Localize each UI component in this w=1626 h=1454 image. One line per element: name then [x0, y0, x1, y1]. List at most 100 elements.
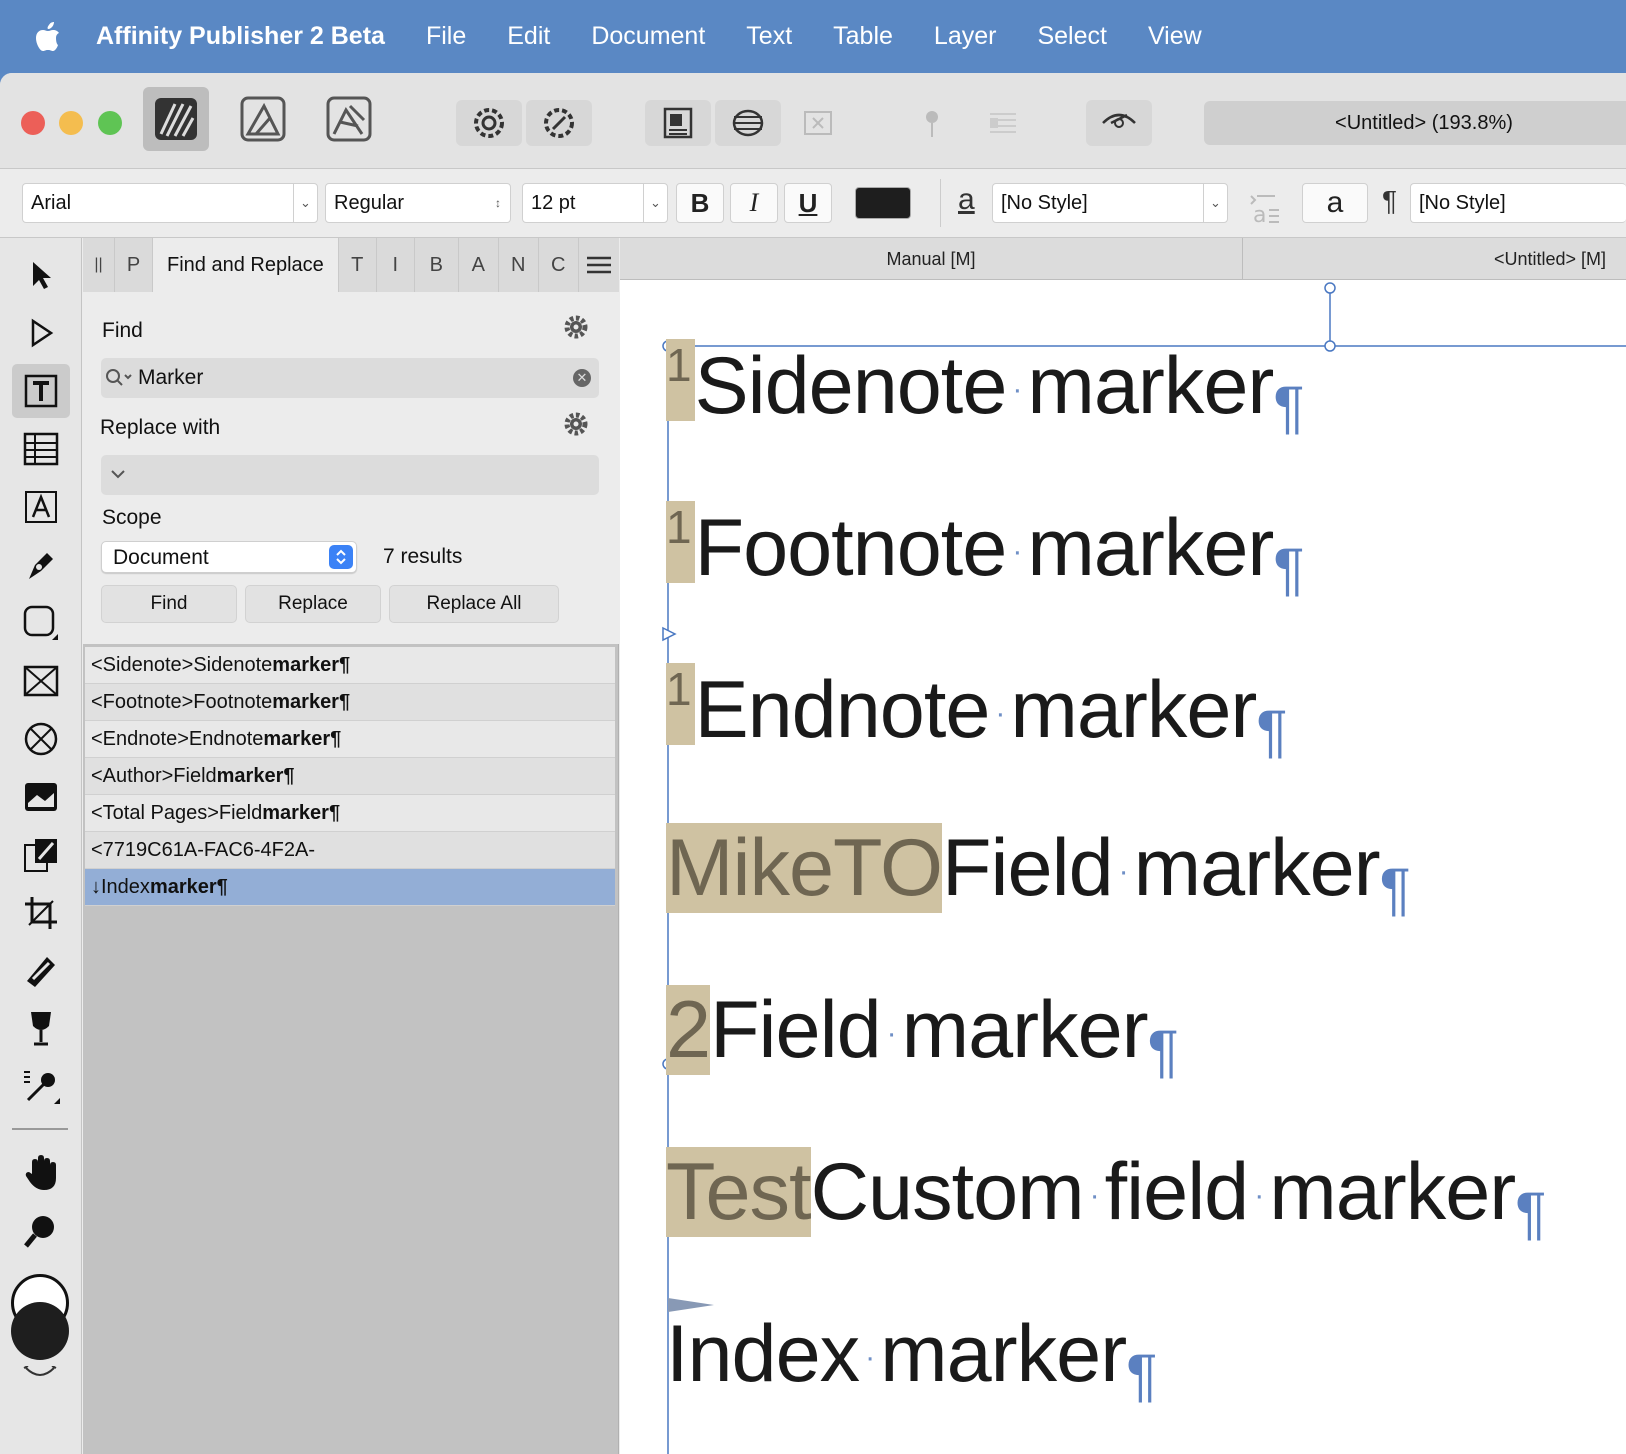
result-row[interactable]: <7719C61A-FAC6-4F2A-: [85, 832, 615, 869]
clear-search-icon[interactable]: ✕: [573, 369, 591, 387]
chevron-down-icon[interactable]: [109, 465, 127, 488]
font-style-field[interactable]: Regular ↕: [325, 183, 511, 223]
menu-table[interactable]: Table: [833, 22, 893, 51]
tab-find-and-replace[interactable]: Find and Replace: [153, 238, 339, 292]
move-tool-icon[interactable]: [12, 248, 70, 302]
menu-file[interactable]: File: [426, 22, 466, 51]
document-paragraph[interactable]: MikeTOField ·marker¶: [666, 823, 1411, 919]
result-row[interactable]: <Sidenote>Sidenote marker¶: [85, 647, 615, 684]
replace-button[interactable]: Replace: [245, 585, 381, 623]
pen-tool-icon[interactable]: [12, 538, 70, 592]
node-tool-icon[interactable]: [12, 306, 70, 360]
tab-n[interactable]: N: [499, 238, 539, 292]
fill-color-swatch[interactable]: [11, 1302, 69, 1360]
chevron-down-icon[interactable]: ⌄: [1203, 184, 1227, 222]
picture-frame-tool-icon[interactable]: [12, 654, 70, 708]
find-button[interactable]: Find: [101, 585, 237, 623]
artistic-text-tool-icon[interactable]: [12, 364, 70, 418]
app-name-menu[interactable]: Affinity Publisher 2 Beta: [96, 22, 385, 51]
document-setup-icon[interactable]: [526, 100, 592, 146]
fill-tool-icon[interactable]: [12, 944, 70, 998]
panel-menu-icon[interactable]: [579, 238, 619, 292]
close-window-button[interactable]: [21, 111, 45, 135]
place-image-tool-icon[interactable]: [12, 770, 70, 824]
menu-document[interactable]: Document: [591, 22, 705, 51]
document-paragraph[interactable]: 1Endnote ·marker¶: [666, 663, 1288, 761]
frame-text-tool-icon[interactable]: [12, 480, 70, 534]
eyedropper-glass-icon[interactable]: [12, 1002, 70, 1056]
zoom-tool-icon[interactable]: [12, 1204, 70, 1258]
color-picker-tool-icon[interactable]: [12, 1060, 70, 1114]
find-input[interactable]: Marker ✕: [101, 358, 599, 398]
space-glyph: ·: [865, 1341, 875, 1374]
paragraph-align-icon[interactable]: a: [1244, 189, 1284, 229]
replace-all-button[interactable]: Replace All: [389, 585, 559, 623]
font-size-field[interactable]: 12 pt ⌄: [522, 183, 668, 223]
document-paragraph[interactable]: TestCustom ·field ·marker¶: [666, 1147, 1546, 1243]
result-row-selected[interactable]: ↓Index marker¶: [85, 869, 615, 906]
designer-persona-icon[interactable]: [230, 87, 296, 151]
tab-i[interactable]: I: [377, 238, 415, 292]
pin-icon[interactable]: [904, 100, 960, 146]
menu-view[interactable]: View: [1148, 22, 1202, 51]
tab-manual[interactable]: Manual [M]: [620, 238, 1243, 280]
select-stepper-icon[interactable]: [329, 545, 353, 569]
find-options-gear-icon[interactable]: [563, 314, 589, 345]
crop-tool-icon[interactable]: [12, 886, 70, 940]
replace-options-gear-icon[interactable]: [563, 411, 589, 442]
result-row[interactable]: <Author>Field marker¶: [85, 758, 615, 795]
apple-menu-icon[interactable]: [0, 21, 96, 52]
tab-paragraph[interactable]: P: [115, 238, 153, 292]
text-frame-icon[interactable]: [975, 100, 1031, 146]
minimize-window-button[interactable]: [59, 111, 83, 135]
ellipse-frame-tool-icon[interactable]: [12, 712, 70, 766]
result-row[interactable]: <Total Pages>Field marker¶: [85, 795, 615, 832]
result-row[interactable]: <Footnote>Footnote marker¶: [85, 684, 615, 721]
menu-edit[interactable]: Edit: [507, 22, 550, 51]
insert-placeholder-icon[interactable]: [785, 100, 851, 146]
transparency-tool-icon[interactable]: [12, 828, 70, 882]
hand-tool-icon[interactable]: [12, 1146, 70, 1200]
document-paragraph[interactable]: 1Sidenote ·marker¶: [666, 339, 1305, 437]
chevron-down-icon[interactable]: ⌄: [643, 184, 667, 222]
updown-arrows-icon[interactable]: ↕: [486, 184, 510, 222]
preferences-gear-icon[interactable]: [456, 100, 522, 146]
character-style-field[interactable]: [No Style] ⌄: [992, 183, 1228, 223]
rectangle-tool-icon[interactable]: [12, 596, 70, 650]
preview-mode-icon[interactable]: [1086, 100, 1152, 146]
document-paragraph[interactable]: Index ·marker¶: [666, 1314, 1157, 1405]
chevron-down-icon[interactable]: ⌄: [293, 184, 317, 222]
menu-layer[interactable]: Layer: [934, 22, 997, 51]
tab-handle[interactable]: ||: [83, 238, 115, 292]
swap-colors-icon[interactable]: [22, 1365, 58, 1380]
menu-select[interactable]: Select: [1037, 22, 1106, 51]
tab-t[interactable]: T: [339, 238, 377, 292]
search-icon[interactable]: [105, 367, 135, 394]
photo-persona-icon[interactable]: [316, 87, 382, 151]
paragraph-word: Endnote: [694, 665, 991, 755]
zoom-window-button[interactable]: [98, 111, 122, 135]
scope-select[interactable]: Document: [101, 541, 357, 573]
paragraph-style-field[interactable]: [No Style]: [1410, 183, 1626, 223]
document-paragraph[interactable]: 2Field ·marker¶: [666, 985, 1179, 1081]
divider: [940, 179, 941, 227]
text-color-swatch[interactable]: [855, 187, 911, 219]
table-tool-icon[interactable]: [12, 422, 70, 476]
underline-button[interactable]: U: [784, 183, 832, 223]
bold-button[interactable]: B: [676, 183, 724, 223]
menu-text[interactable]: Text: [746, 22, 792, 51]
paragraph-style-glyph[interactable]: a: [1302, 183, 1368, 223]
baseline-grid-icon[interactable]: [715, 100, 781, 146]
italic-button[interactable]: I: [730, 183, 778, 223]
replace-input[interactable]: [101, 455, 599, 495]
tab-a[interactable]: A: [459, 238, 499, 292]
result-row[interactable]: <Endnote>Endnote marker¶: [85, 721, 615, 758]
publisher-persona-icon[interactable]: [143, 87, 209, 151]
font-family-field[interactable]: Arial ⌄: [22, 183, 318, 223]
tab-c[interactable]: C: [539, 238, 579, 292]
tab-untitled[interactable]: <Untitled> [M]: [1244, 238, 1626, 280]
document-paragraph[interactable]: 1Footnote ·marker¶: [666, 501, 1305, 599]
text-wrap-icon[interactable]: [645, 100, 711, 146]
tab-b[interactable]: B: [415, 238, 459, 292]
document-canvas[interactable]: 1Sidenote ·marker¶ 1Footnote ·marker¶ 1Endno…: [620, 280, 1626, 1454]
